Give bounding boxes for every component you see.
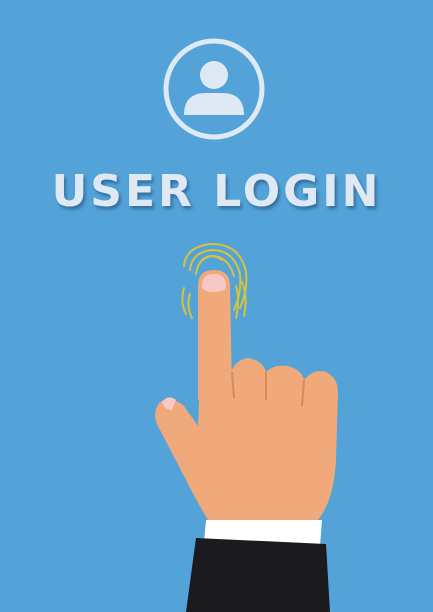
page-title: USER LOGIN — [51, 166, 382, 217]
hand-illustration — [155, 242, 338, 612]
suit-sleeve — [186, 538, 330, 612]
fingernail — [202, 274, 226, 292]
palm — [155, 358, 338, 520]
user-avatar-icon — [163, 38, 265, 140]
